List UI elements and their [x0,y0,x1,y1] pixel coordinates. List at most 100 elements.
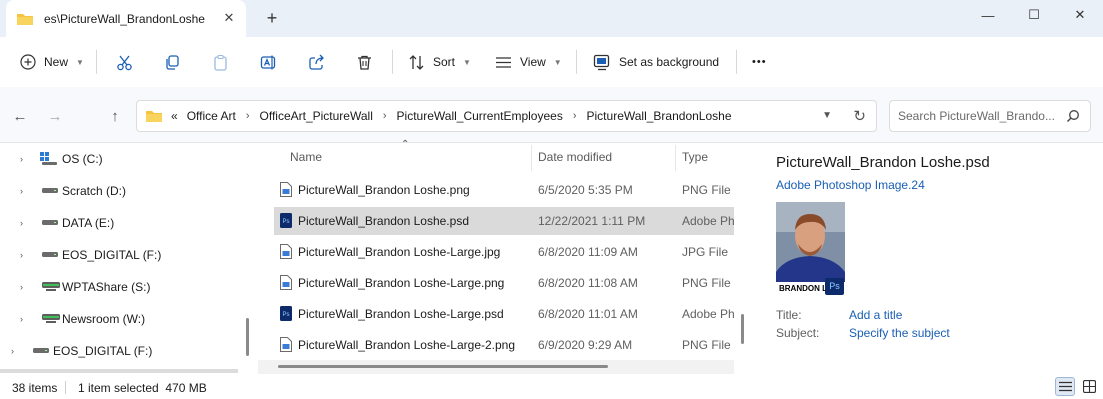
file-row[interactable]: PictureWall_Brandon Loshe.png 6/5/2020 5… [274,176,734,204]
paste-icon [212,54,229,71]
forward-button[interactable]: → [45,107,65,125]
file-row-selected[interactable]: Ps PictureWall_Brandon Loshe.psd 12/22/2… [274,207,734,235]
file-date: 12/22/2021 1:11 PM [538,214,646,228]
expand-chevron-icon[interactable]: › [20,314,23,324]
nav-item-os-c[interactable]: › OS (C:) [0,144,238,174]
column-header-label: Name [290,150,323,164]
expand-chevron-icon[interactable]: › [20,154,23,164]
status-bar: 38 items 1 item selected 470 MB [0,375,1103,399]
address-dropdown-icon[interactable]: ▼ [822,110,832,121]
subject-property-value[interactable]: Specify the subject [849,326,950,340]
nav-item-data-e[interactable]: › DATA (E:) [0,208,238,238]
nav-item-wptashare-s[interactable]: › WPTAShare (S:) [0,272,238,302]
expand-chevron-icon[interactable]: › [20,186,23,196]
nav-item-label: Scratch (D:) [62,184,127,198]
copy-button[interactable] [164,49,181,75]
up-button[interactable]: ↑ [105,107,125,125]
file-row[interactable]: PictureWall_Brandon Loshe-Large.jpg 6/8/… [274,238,734,266]
tab-title: es\PictureWall_BrandonLoshe [44,11,205,26]
folder-icon [145,109,163,123]
column-header-date[interactable]: Date modified [538,143,612,171]
details-pane: PictureWall_Brandon Loshe.psd Adobe Phot… [760,143,1103,375]
set-background-button[interactable]: Set as background [593,49,719,75]
more-icon: ••• [752,56,767,68]
breadcrumb-office-art[interactable]: Office Art [187,109,236,123]
more-options-button[interactable]: ••• [752,49,767,75]
new-button[interactable]: New ▼ [20,49,84,75]
tab-current-folder[interactable]: es\PictureWall_BrandonLoshe ✕ [6,0,246,37]
rename-button[interactable] [260,49,277,75]
delete-icon [356,54,373,71]
column-header-label: Date modified [538,150,613,164]
chevron-down-icon: ▼ [553,57,562,67]
maximize-button[interactable]: ☐ [1011,0,1057,30]
refresh-icon[interactable]: ↻ [853,107,866,125]
column-divider[interactable] [531,145,532,171]
details-file-name: PictureWall_Brandon Loshe.psd [776,154,990,171]
title-property-value[interactable]: Add a title [849,308,902,322]
thumbnail-image: BRANDON LO Ps [776,202,845,297]
nav-item-eos-digital-f-2[interactable]: › EOS_DIGITAL (F:) [0,336,238,366]
file-row[interactable]: Ps PictureWall_Brandon Loshe-Large.psd 6… [274,300,734,328]
nav-item-label: EOS_DIGITAL (F:) [62,248,162,262]
share-icon [308,54,325,71]
view-label: View [520,55,546,69]
column-header-type[interactable]: Type [682,143,708,171]
delete-button[interactable] [356,49,373,75]
file-horizontal-scrollbar-thumb[interactable] [278,365,608,368]
nav-scrollbar-thumb[interactable] [246,318,249,356]
item-count: 38 items [12,381,58,395]
close-button[interactable]: ✕ [1057,0,1103,30]
file-type: PNG File [682,183,731,197]
expand-chevron-icon[interactable]: › [11,346,14,356]
address-bar[interactable]: « Office Art › OfficeArt_PictureWall › P… [136,100,877,132]
nav-item-label: EOS_DIGITAL (F:) [53,344,153,358]
details-view-button[interactable] [1055,377,1075,396]
breadcrumb-overflow[interactable]: « [171,109,178,123]
tab-close-icon[interactable]: ✕ [222,11,236,25]
breadcrumb-brandon-loshe[interactable]: PictureWall_BrandonLoshe [587,109,732,123]
search-box[interactable] [889,100,1091,132]
nav-item-scratch-d[interactable]: › Scratch (D:) [0,176,238,206]
breadcrumb-separator-icon[interactable]: › [383,110,387,122]
details-file-type: Adobe Photoshop Image.24 [776,178,925,192]
nav-horizontal-scrollbar[interactable] [0,369,238,373]
breadcrumb-current-employees[interactable]: PictureWall_CurrentEmployees [397,109,563,123]
tiles-view-button[interactable] [1079,377,1099,396]
share-button[interactable] [308,49,325,75]
photoshop-badge-icon: Ps [825,278,844,295]
search-icon[interactable] [1066,109,1080,123]
plus-circle-icon [20,54,36,70]
expand-chevron-icon[interactable]: › [20,282,23,292]
minimize-button[interactable]: — [965,0,1011,30]
drive-icon [42,188,58,194]
file-type: PNG File [682,276,731,290]
nav-item-newsroom-w[interactable]: › Newsroom (W:) [0,304,238,334]
expand-chevron-icon[interactable]: › [20,250,23,260]
paste-button[interactable] [212,49,229,75]
nav-item-eos-digital-f[interactable]: › EOS_DIGITAL (F:) [0,240,238,270]
file-type: JPG File [682,245,729,259]
file-row[interactable]: PictureWall_Brandon Loshe-Large.png 6/8/… [274,269,734,297]
column-divider[interactable] [675,145,676,171]
search-input[interactable] [898,109,1058,123]
file-row[interactable]: PictureWall_Brandon Loshe-Large-2.png 6/… [274,331,734,359]
sort-button[interactable]: Sort ▼ [408,49,471,75]
file-vertical-scrollbar-thumb[interactable] [741,314,744,344]
column-header-label: Type [682,150,709,164]
view-button[interactable]: View ▼ [495,49,562,75]
file-type: PNG File [682,338,731,352]
navigation-pane: › OS (C:) › Scratch (D:) › DATA (E:) › E… [0,143,258,375]
column-header-name[interactable]: Name [290,143,322,171]
back-button[interactable]: ← [10,107,30,125]
breadcrumb-separator-icon[interactable]: › [246,110,250,122]
new-tab-button[interactable]: + [262,9,282,29]
windows-drive-icon [40,152,58,166]
expand-chevron-icon[interactable]: › [20,218,23,228]
chevron-down-icon: ▼ [463,57,471,67]
toolbar-divider [736,50,737,74]
breadcrumb-officeart-picturewall[interactable]: OfficeArt_PictureWall [260,109,373,123]
breadcrumb-separator-icon[interactable]: › [573,110,577,122]
svg-text:Ps: Ps [282,219,289,225]
cut-button[interactable] [116,49,133,75]
